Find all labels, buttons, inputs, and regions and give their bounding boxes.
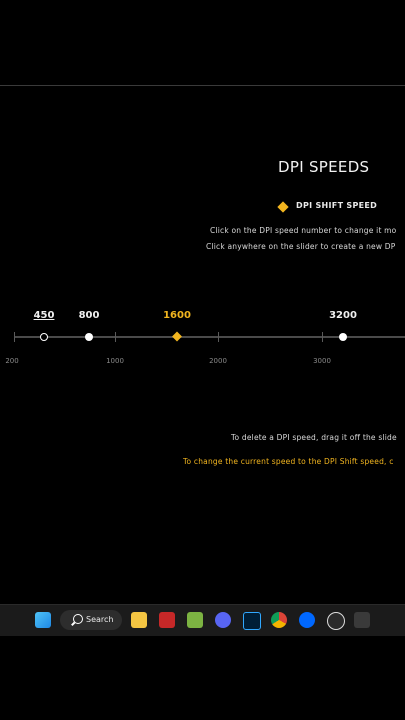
photoshop-icon[interactable]: [243, 612, 261, 630]
chrome-icon[interactable]: [271, 612, 287, 628]
slider-tick: [115, 332, 116, 342]
search-icon: [73, 614, 83, 624]
dpi-value-1600[interactable]: 1600: [163, 310, 191, 321]
dpi-slider[interactable]: 200 1000 2000 3000 450 800 1600 3200: [0, 300, 405, 380]
screen: DPI SPEEDS DPI SHIFT SPEED Click on the …: [0, 0, 405, 720]
scale-label-1000: 1000: [106, 357, 124, 365]
dpi-shift-knob-1600[interactable]: [172, 331, 182, 342]
dpi-knob-3200[interactable]: [339, 333, 347, 341]
scale-label-2000: 2000: [209, 357, 227, 365]
dpi-knob-800[interactable]: [85, 333, 93, 341]
dpi-shift-label: DPI SHIFT SPEED: [296, 201, 378, 210]
red-app-icon[interactable]: [159, 612, 175, 628]
search-label: Search: [86, 615, 114, 624]
dpi-value-3200[interactable]: 3200: [329, 310, 357, 321]
taskbar-search[interactable]: Search: [60, 610, 122, 630]
zalo-icon[interactable]: [299, 612, 315, 628]
shift-hint: To change the current speed to the DPI S…: [183, 457, 394, 466]
dpi-knob-450[interactable]: [40, 333, 48, 341]
discord-icon[interactable]: [215, 612, 231, 628]
dpi-value-450[interactable]: 450: [34, 310, 55, 321]
slider-tick: [322, 332, 323, 342]
windows-start-icon[interactable]: [35, 612, 51, 628]
scale-label-200: 200: [5, 357, 19, 365]
green-app-icon[interactable]: [187, 612, 203, 628]
obs-icon[interactable]: [327, 612, 345, 630]
instruction-line-1: Click on the DPI speed number to change …: [210, 226, 397, 235]
slider-tick: [218, 332, 219, 342]
file-explorer-icon[interactable]: [131, 612, 147, 628]
slider-tick: [14, 332, 15, 342]
scale-label-3000: 3000: [313, 357, 331, 365]
taskbar: Search: [0, 604, 405, 636]
instruction-line-2: Click anywhere on the slider to create a…: [206, 242, 396, 251]
delete-hint: To delete a DPI speed, drag it off the s…: [231, 433, 397, 442]
header-divider: [0, 85, 405, 86]
logitech-g-hub-icon[interactable]: [354, 612, 370, 628]
dpi-value-800[interactable]: 800: [79, 310, 100, 321]
diamond-icon: [277, 201, 289, 213]
page-title: DPI SPEEDS: [278, 158, 370, 176]
